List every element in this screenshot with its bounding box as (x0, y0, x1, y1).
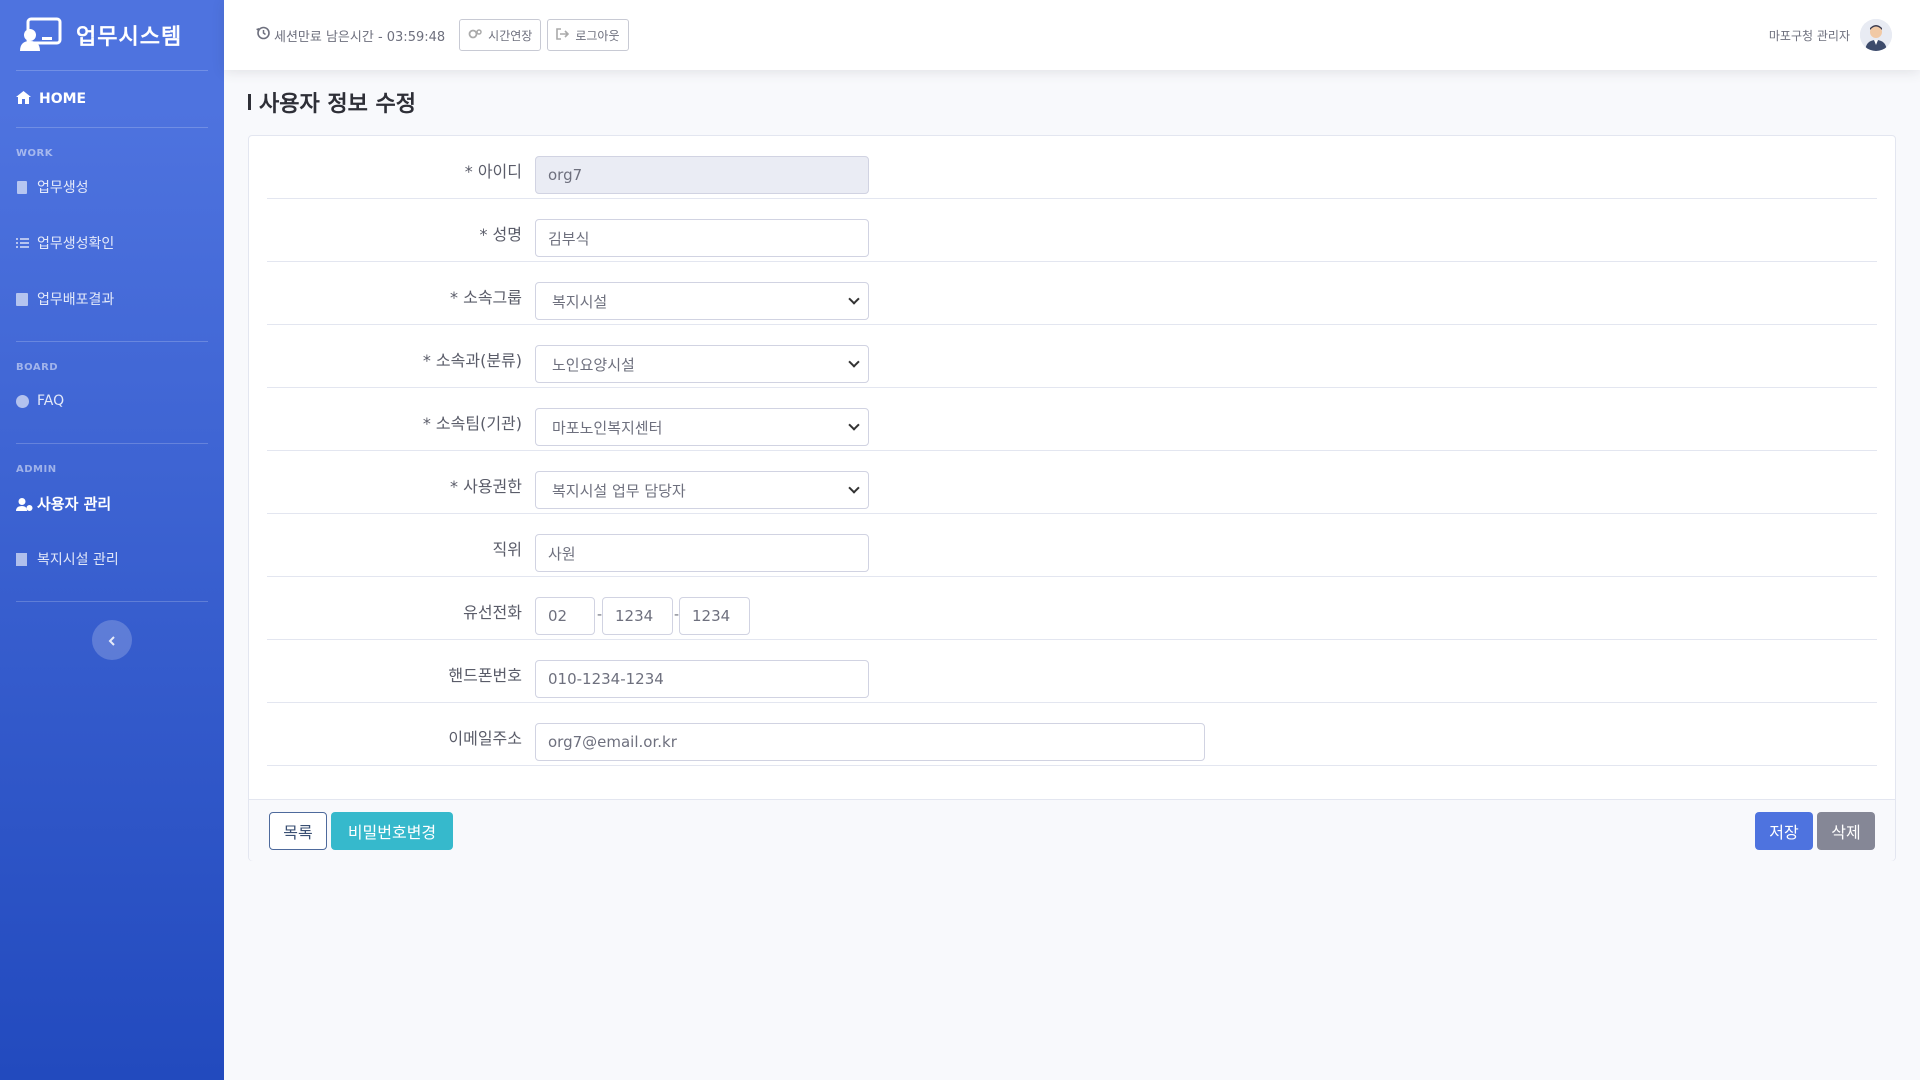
sidebar: 업무시스템 HOME WORK 업무생성 업무생성확인 업무배포결과 BOARD… (0, 0, 224, 1080)
title-bar (248, 94, 251, 110)
email-label: 이메일주소 (448, 729, 522, 748)
sidebar-toggle-wrap (0, 602, 224, 660)
chevron-down-icon (848, 356, 860, 368)
user-edit-form: * 아이디 org7 * 성명 김부식 * 소속그룹 복지시설 * 소속과(분류… (267, 136, 1877, 766)
phone-label: 유선전화 (463, 603, 522, 622)
phone-part1-field[interactable]: 02 (535, 597, 595, 635)
role-select-value: 복지시설 업무 담당자 (552, 481, 686, 500)
team-select-value: 마포노인복지센터 (552, 418, 663, 437)
brand-title: 업무시스템 (76, 25, 183, 50)
section-title-work: WORK (16, 148, 53, 159)
dept-select[interactable]: 노인요양시설 (535, 345, 869, 383)
sidebar-item-facility-management[interactable]: 복지시설 관리 (0, 531, 224, 587)
phone-part3-field[interactable]: 1234 (679, 597, 750, 635)
form-row-name: * 성명 김부식 (267, 199, 1877, 262)
change-password-button[interactable]: 비밀번호변경 (331, 812, 453, 850)
name-label: * 성명 (479, 225, 522, 244)
form-row-team: * 소속팀(기관) 마포노인복지센터 (267, 388, 1877, 451)
logout-button[interactable]: 로그아웃 (547, 19, 629, 51)
topbar: 세션만료 남은시간 - 03:59:48 시간연장 로그아웃 마포구청 관리자 (224, 0, 1920, 70)
form-row-group: * 소속그룹 복지시설 (267, 262, 1877, 325)
id-field[interactable]: org7 (535, 156, 869, 194)
form-row-email: 이메일주소 org7@email.or.kr (267, 703, 1877, 766)
sidebar-item-check-work[interactable]: 업무생성확인 (0, 215, 224, 271)
group-select-value: 복지시설 (552, 292, 608, 311)
form-row-dept: * 소속과(분류) 노인요양시설 (267, 325, 1877, 388)
presentation-user-icon (20, 17, 62, 53)
section-title-board: BOARD (16, 362, 59, 373)
dept-label: * 소속과(분류) (422, 351, 522, 370)
session-timer: 세션만료 남은시간 - 03:59:48 (256, 26, 445, 45)
position-label: 직위 (492, 540, 522, 559)
history-icon (256, 26, 270, 44)
sidebar-item-faq[interactable]: FAQ (0, 373, 224, 429)
sign-out-icon (556, 27, 570, 43)
page-title-text: 사용자 정보 수정 (259, 92, 416, 117)
avatar (1860, 19, 1892, 51)
chevron-down-icon (848, 419, 860, 431)
form-actions: 목록 비밀번호변경 저장 삭제 (249, 799, 1895, 861)
position-field[interactable]: 사원 (535, 534, 869, 572)
chevron-left-icon (108, 631, 116, 650)
user-edit-card: * 아이디 org7 * 성명 김부식 * 소속그룹 복지시설 * 소속과(분류… (248, 135, 1896, 861)
home-icon (16, 90, 31, 108)
save-button[interactable]: 저장 (1755, 812, 1813, 850)
section-title-admin: ADMIN (16, 464, 57, 475)
sidebar-item-label: 업무생성확인 (37, 236, 115, 252)
chevron-down-icon (848, 293, 860, 305)
building-icon (16, 552, 29, 566)
form-row-phone: 유선전화 02 - 1234 - 1234 (267, 577, 1877, 640)
list-button[interactable]: 목록 (269, 812, 327, 850)
report-icon (16, 292, 29, 306)
sidebar-item-label: 업무배포결과 (37, 292, 115, 308)
dept-select-value: 노인요양시설 (552, 355, 635, 374)
mobile-field[interactable]: 010-1234-1234 (535, 660, 869, 698)
sidebar-item-user-management[interactable]: 사용자 관리 (0, 475, 224, 531)
form-row-mobile: 핸드폰번호 010-1234-1234 (267, 640, 1877, 703)
role-select[interactable]: 복지시설 업무 담당자 (535, 471, 869, 509)
user-name: 마포구청 관리자 (1768, 28, 1850, 43)
form-row-position: 직위 사원 (267, 514, 1877, 577)
session-text: 세션만료 남은시간 - 03:59:48 (274, 29, 446, 45)
sidebar-item-label: HOME (39, 91, 87, 107)
role-label: * 사용권한 (450, 477, 522, 496)
info-circle-icon (16, 394, 29, 408)
team-label: * 소속팀(기관) (422, 414, 522, 433)
group-select[interactable]: 복지시설 (535, 282, 869, 320)
phone-part2-field[interactable]: 1234 (602, 597, 673, 635)
email-field[interactable]: org7@email.or.kr (535, 723, 1205, 761)
list-icon (16, 237, 29, 250)
file-icon (16, 180, 29, 194)
chevron-down-icon (848, 482, 860, 494)
id-label: * 아이디 (464, 162, 522, 181)
logout-label: 로그아웃 (575, 28, 620, 43)
sidebar-item-create-work[interactable]: 업무생성 (0, 159, 224, 215)
sidebar-item-work-result[interactable]: 업무배포결과 (0, 271, 224, 327)
sidebar-item-label: FAQ (37, 393, 65, 409)
sidebar-toggle-button[interactable] (92, 620, 132, 660)
extend-time-label: 시간연장 (488, 28, 533, 43)
form-row-role: * 사용권한 복지시설 업무 담당자 (267, 451, 1877, 514)
form-row-id: * 아이디 org7 (267, 136, 1877, 199)
user-cog-icon (16, 497, 33, 511)
extend-time-button[interactable]: 시간연장 (459, 19, 542, 51)
gears-icon (468, 28, 482, 43)
sidebar-item-label: 복지시설 관리 (37, 552, 119, 568)
mobile-label: 핸드폰번호 (448, 666, 522, 685)
delete-button[interactable]: 삭제 (1817, 812, 1875, 850)
sidebar-brand[interactable]: 업무시스템 (0, 0, 224, 70)
team-select[interactable]: 마포노인복지센터 (535, 408, 869, 446)
sidebar-item-home[interactable]: HOME (0, 71, 224, 127)
sidebar-item-label: 사용자 관리 (37, 494, 112, 513)
name-field[interactable]: 김부식 (535, 219, 869, 257)
page-title: 사용자 정보 수정 (248, 86, 416, 118)
group-label: * 소속그룹 (450, 288, 522, 307)
sidebar-item-label: 업무생성 (37, 180, 89, 196)
user-menu[interactable]: 마포구청 관리자 (1769, 19, 1892, 51)
